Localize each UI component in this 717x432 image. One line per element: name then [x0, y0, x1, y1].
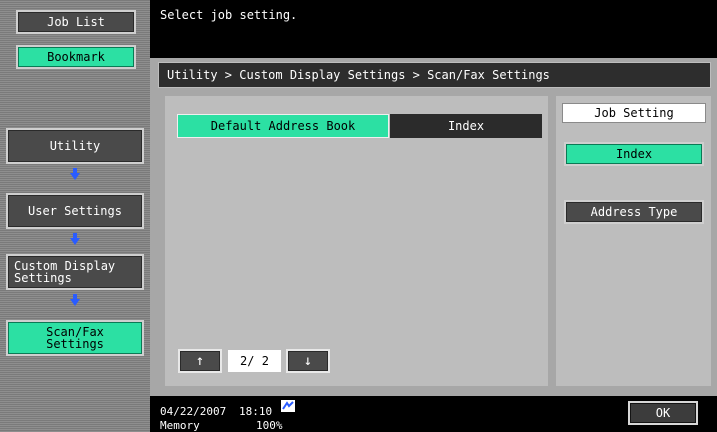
page-down-button[interactable]: ↓: [286, 349, 330, 373]
tab-default-address-book[interactable]: Default Address Book: [177, 114, 389, 138]
index-button[interactable]: Index: [564, 142, 704, 166]
left-nav-panel: Job List Bookmark Utility User Settings …: [0, 0, 150, 432]
down-arrow-icon: ↓: [303, 353, 313, 369]
memory-label: Memory: [160, 419, 200, 432]
memory-value: 100%: [256, 419, 283, 432]
job-setting-title: Job Setting: [562, 103, 706, 123]
job-setting-panel: [556, 96, 711, 386]
tab-index-label: Index: [447, 119, 485, 133]
index-button-label: Index: [615, 147, 653, 161]
nav-custom-display-button[interactable]: Custom Display Settings: [6, 254, 144, 290]
nav-scan-fax-label: Scan/Fax Settings: [46, 325, 104, 351]
nav-utility-label: Utility: [49, 139, 101, 153]
job-list-button[interactable]: Job List: [16, 10, 136, 34]
down-arrow-icon: [70, 238, 80, 245]
page-up-button[interactable]: ↑: [178, 349, 222, 373]
nav-scan-fax-button[interactable]: Scan/Fax Settings: [6, 320, 144, 356]
job-list-label: Job List: [47, 15, 105, 29]
down-arrow-icon: [70, 173, 80, 180]
date-text: 04/22/2007: [160, 405, 227, 418]
down-arrow-icon: [70, 299, 80, 306]
address-type-button[interactable]: Address Type: [564, 200, 704, 224]
address-type-label: Address Type: [590, 205, 678, 219]
message-text: Select job setting.: [160, 8, 298, 22]
ok-button-label: OK: [655, 406, 671, 420]
time-text: 18:10: [239, 405, 273, 418]
message-bar: Select job setting.: [150, 0, 717, 60]
tab-default-address-book-label: Default Address Book: [210, 119, 356, 133]
nav-user-settings-button[interactable]: User Settings: [6, 193, 144, 229]
tab-index[interactable]: Index: [390, 114, 542, 138]
up-arrow-icon: ↑: [195, 353, 205, 369]
bookmark-label: Bookmark: [47, 50, 105, 64]
bookmark-button[interactable]: Bookmark: [16, 45, 136, 69]
content-panel: [165, 96, 548, 386]
breadcrumb: Utility > Custom Display Settings > Scan…: [158, 62, 711, 88]
screen: Job List Bookmark Utility User Settings …: [0, 0, 717, 432]
page-count: 2/ 2: [228, 350, 281, 372]
nav-user-settings-label: User Settings: [28, 204, 122, 218]
nav-utility-button[interactable]: Utility: [6, 128, 144, 164]
nav-custom-display-label: Custom Display Settings: [14, 259, 116, 285]
ok-button[interactable]: OK: [628, 401, 698, 425]
network-status-icon: [281, 400, 295, 412]
